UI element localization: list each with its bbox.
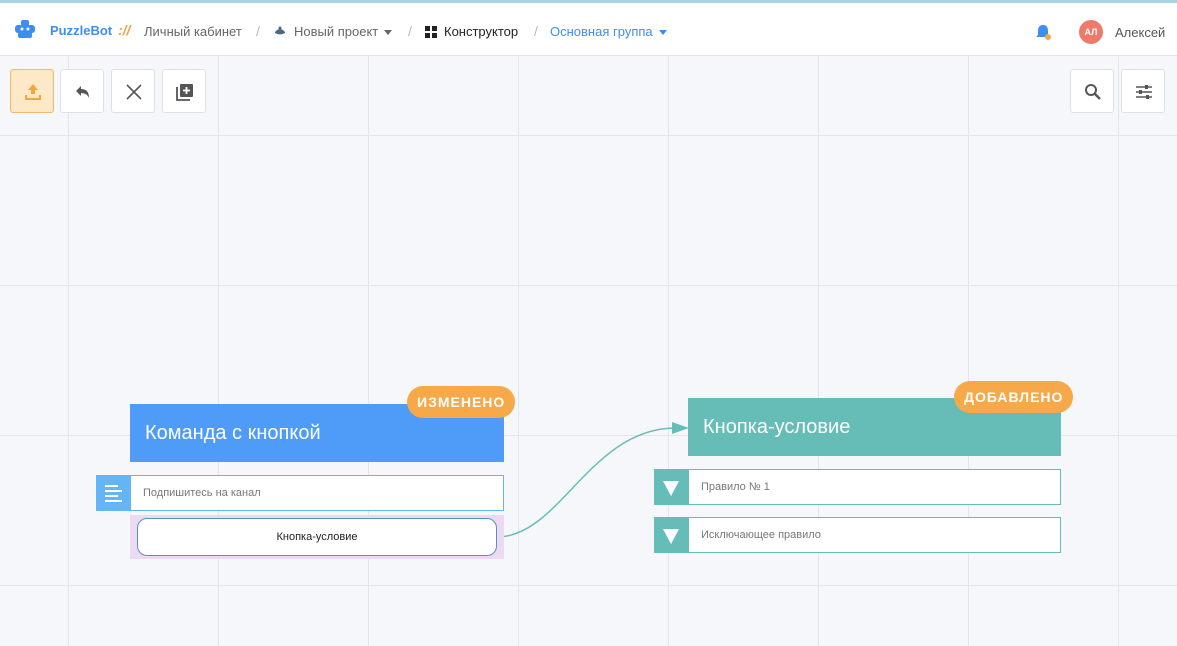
- message-row[interactable]: Подпишитесь на канал: [130, 475, 504, 511]
- message-row-icon-box: [96, 475, 130, 511]
- rule-row[interactable]: Правило № 1: [688, 469, 1061, 505]
- rule-row-text: Исключающее правило: [701, 529, 821, 541]
- message-row-text: Подпишитесь на канал: [143, 487, 261, 499]
- text-lines-icon: [105, 485, 122, 502]
- condition-button[interactable]: Кнопка-условие: [137, 518, 497, 556]
- rule-row[interactable]: Исключающее правило: [688, 517, 1061, 553]
- status-badge-modified: ИЗМЕНЕНО: [407, 386, 516, 418]
- triangle-down-icon: [663, 481, 679, 496]
- rule-row-icon-box: [654, 517, 688, 553]
- triangle-down-icon: [663, 529, 679, 544]
- rule-row-icon-box: [654, 469, 688, 505]
- command-node-title: Команда с кнопкой: [145, 422, 321, 444]
- condition-button-label: Кнопка-условие: [276, 531, 358, 543]
- rule-row-text: Правило № 1: [701, 481, 770, 493]
- status-badge-added: ДОБАВЛЕНО: [954, 381, 1074, 413]
- condition-node-title: Кнопка-условие: [703, 416, 851, 438]
